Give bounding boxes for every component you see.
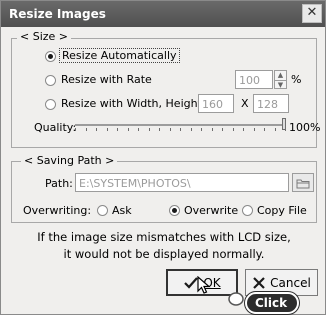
resize-automatically-radio[interactable] (45, 51, 56, 62)
browse-button[interactable] (292, 173, 314, 192)
quality-tick (107, 128, 108, 131)
path-label: Path: (45, 177, 73, 190)
quality-tick (128, 128, 129, 131)
resize-with-rate-label[interactable]: Resize with Rate (61, 73, 152, 86)
close-icon: ✕ (306, 5, 318, 20)
quality-slider-track[interactable] (75, 124, 285, 126)
quality-tick (191, 128, 192, 131)
quality-value: 100% (289, 121, 321, 134)
size-group-legend: < Size > (17, 30, 72, 43)
resize-with-rate-radio[interactable] (45, 75, 56, 86)
size-warning-line-1: If the image size mismatches with LCD si… (37, 230, 291, 244)
copy-file-radio[interactable] (242, 205, 253, 216)
ask-radio[interactable] (97, 205, 108, 216)
click-annotation: Click (245, 292, 300, 314)
mouse-pointer-icon (197, 276, 211, 294)
overwriting-label: Overwriting: (23, 204, 92, 217)
quality-tick (159, 128, 160, 131)
quality-tick (117, 128, 118, 131)
quality-tick (96, 128, 97, 131)
resize-images-dialog: Resize Images ✕ < Size > Resize Automati… (0, 0, 326, 315)
quality-tick (138, 128, 139, 131)
overwrite-radio[interactable] (169, 205, 180, 216)
close-button[interactable]: ✕ (302, 4, 322, 23)
size-warning-line-2: it would not be displayed normally. (63, 247, 265, 261)
title-bar: Resize Images (1, 1, 325, 27)
rate-input[interactable]: 100 (235, 70, 273, 89)
rate-unit: % (291, 73, 302, 86)
resize-automatically-label[interactable]: Resize Automatically (59, 48, 180, 63)
quality-tick (170, 128, 171, 131)
ask-label[interactable]: Ask (112, 204, 132, 217)
dimension-separator: X (241, 97, 249, 110)
quality-tick (149, 128, 150, 131)
quality-tick (254, 128, 255, 131)
quality-tick (86, 128, 87, 131)
path-input[interactable]: E:\SYSTEM\PHOTOS\ (75, 173, 289, 192)
rate-spinner[interactable]: ▲ ▼ (274, 70, 287, 89)
width-input[interactable]: 160 (198, 94, 234, 113)
copy-file-label[interactable]: Copy File (257, 204, 307, 217)
quality-tick (275, 128, 276, 131)
folder-icon (296, 179, 310, 189)
quality-tick (75, 128, 76, 131)
spin-up-icon[interactable]: ▲ (275, 71, 286, 80)
quality-tick (233, 128, 234, 131)
cancel-label: Cancel (270, 275, 311, 290)
quality-tick (264, 128, 265, 131)
resize-width-height-label[interactable]: Resize with Width, Height (61, 97, 202, 110)
quality-tick (222, 128, 223, 131)
quality-label: Quality: (34, 121, 77, 134)
dialog-title: Resize Images (9, 7, 106, 21)
saving-path-legend: < Saving Path > (21, 154, 118, 167)
quality-slider-thumb[interactable] (282, 118, 286, 130)
spin-down-icon[interactable]: ▼ (275, 79, 286, 88)
height-input[interactable]: 128 (253, 94, 289, 113)
quality-tick (180, 128, 181, 131)
overwrite-label[interactable]: Overwrite (184, 204, 238, 217)
cancel-x-icon (253, 276, 265, 289)
quality-tick (201, 128, 202, 131)
resize-width-height-radio[interactable] (45, 99, 56, 110)
quality-tick (243, 128, 244, 131)
quality-tick (212, 128, 213, 131)
